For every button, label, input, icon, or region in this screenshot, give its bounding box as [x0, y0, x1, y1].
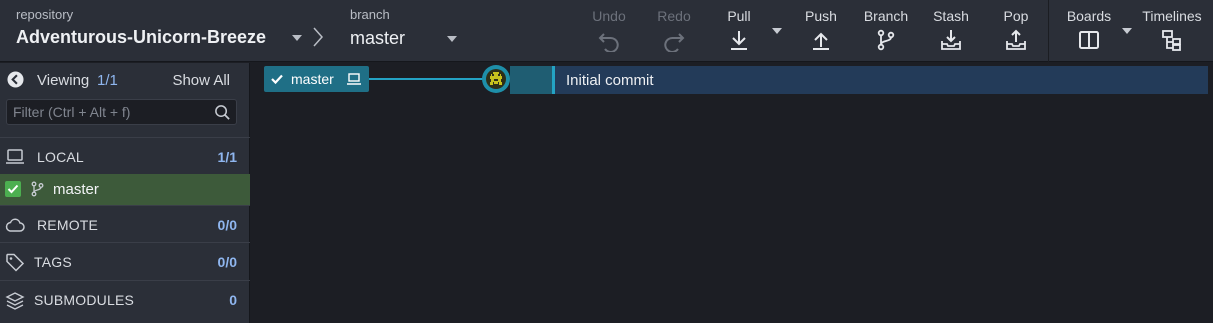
pull-options-dropdown-icon[interactable]	[772, 28, 782, 34]
push-label: Push	[805, 8, 837, 24]
timelines-label: Timelines	[1142, 8, 1202, 24]
graph-row-highlight	[510, 66, 552, 94]
pop-label: Pop	[1003, 8, 1029, 24]
tag-icon	[6, 253, 25, 272]
left-panel: Viewing 1/1 Show All LOCAL 1/1	[0, 63, 250, 323]
section-remote-label: REMOTE	[37, 217, 99, 233]
section-submodules-label: SUBMODULES	[34, 292, 135, 308]
author-avatar	[486, 69, 506, 89]
commit-node[interactable]	[482, 65, 510, 93]
filter-input[interactable]	[7, 100, 207, 124]
repository-dropdown-icon[interactable]	[292, 35, 302, 41]
section-submodules-count: 0	[229, 292, 237, 308]
stash-label: Stash	[933, 8, 969, 24]
laptop-icon	[6, 149, 24, 164]
repository-caption: repository	[16, 7, 74, 22]
timelines-icon	[1162, 30, 1181, 51]
checkmark-icon	[271, 74, 283, 85]
branch-label: Branch	[863, 8, 909, 24]
viewing-label: Viewing	[37, 72, 90, 89]
toolbar-divider	[1048, 0, 1049, 62]
boards-options-dropdown-icon[interactable]	[1122, 28, 1132, 34]
branch-caption: branch	[350, 7, 390, 22]
commit-message: Initial commit	[566, 72, 654, 89]
local-branch-master[interactable]: master	[0, 174, 250, 205]
search-icon	[215, 105, 230, 120]
ref-connector-line	[369, 78, 485, 80]
section-tags-label: TAGS	[34, 254, 72, 270]
stash-icon	[941, 30, 961, 50]
pop-button[interactable]: Pop	[993, 0, 1039, 62]
pixel-avatar-icon	[490, 72, 502, 85]
chevron-right-icon	[313, 27, 324, 47]
section-tags-count: 0/0	[217, 254, 237, 270]
pull-button[interactable]: Pull	[716, 0, 762, 62]
layers-icon	[5, 292, 25, 310]
checkmark-icon	[7, 184, 19, 194]
stash-button[interactable]: Stash	[926, 0, 976, 62]
section-local-label: LOCAL	[37, 149, 84, 165]
section-submodules[interactable]: SUBMODULES 0	[0, 280, 250, 318]
toolbar: repository Adventurous-Unicorn-Breeze br…	[0, 0, 1213, 62]
repository-name[interactable]: Adventurous-Unicorn-Breeze	[16, 27, 266, 48]
cloud-icon	[5, 218, 25, 232]
pull-icon	[731, 31, 747, 50]
pop-icon	[1006, 29, 1026, 50]
section-remote[interactable]: REMOTE 0/0	[0, 205, 250, 242]
undo-icon	[598, 33, 619, 52]
collapse-panel-icon[interactable]	[7, 71, 24, 88]
filter-box	[6, 99, 237, 125]
redo-button[interactable]: Redo	[651, 0, 697, 62]
push-button[interactable]: Push	[798, 0, 844, 62]
redo-icon	[664, 33, 685, 52]
section-local-count: 1/1	[217, 149, 237, 165]
branch-button[interactable]: Branch	[859, 0, 913, 62]
commit-row[interactable]: Initial commit	[552, 66, 1208, 94]
timelines-button[interactable]: Timelines	[1136, 0, 1208, 62]
section-remote-count: 0/0	[217, 217, 237, 233]
redo-label: Redo	[657, 8, 691, 24]
boards-icon	[1079, 31, 1099, 49]
branch-ref-tag-master[interactable]: master	[264, 66, 369, 92]
branch-icon	[31, 181, 44, 197]
laptop-icon	[347, 73, 361, 85]
branch-visibility-checkbox[interactable]	[5, 181, 21, 197]
branch-icon	[877, 29, 895, 51]
viewing-header: Viewing 1/1 Show All	[0, 63, 250, 96]
ref-tag-label: master	[291, 71, 334, 87]
boards-label: Boards	[1066, 8, 1112, 24]
current-branch-name[interactable]: master	[350, 28, 405, 49]
section-local[interactable]: LOCAL 1/1	[0, 137, 250, 174]
commit-graph: master Initial commit	[251, 63, 1213, 323]
undo-label: Undo	[592, 8, 626, 24]
local-branch-label: master	[53, 181, 99, 198]
show-all-button[interactable]: Show All	[172, 72, 230, 89]
undo-button[interactable]: Undo	[586, 0, 632, 62]
boards-button[interactable]: Boards	[1060, 0, 1118, 62]
section-tags[interactable]: TAGS 0/0	[0, 242, 250, 280]
viewing-count: 1/1	[97, 72, 118, 89]
push-icon	[813, 32, 829, 50]
pull-label: Pull	[727, 8, 751, 24]
branch-dropdown-icon[interactable]	[447, 36, 457, 42]
